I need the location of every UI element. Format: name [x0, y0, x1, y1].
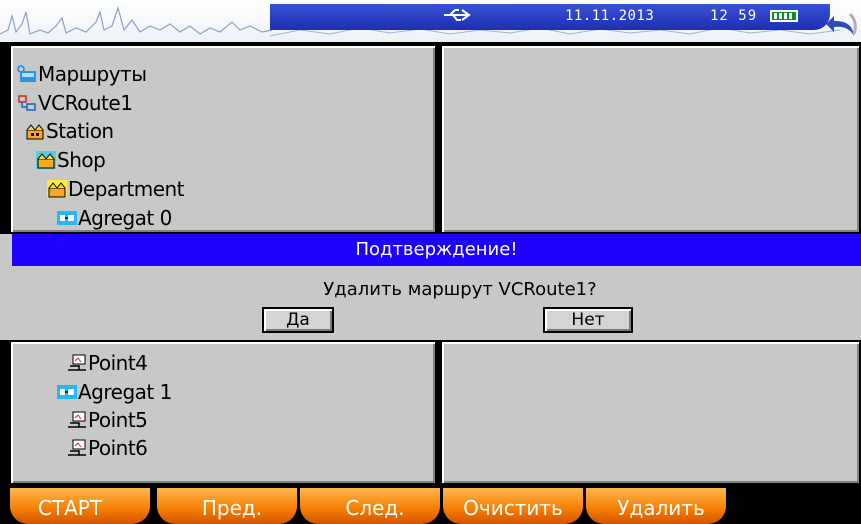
aggregate-icon	[57, 385, 77, 399]
status-date: 11.11.2013	[565, 8, 655, 24]
battery-icon	[770, 10, 798, 22]
department-icon	[47, 180, 67, 198]
point-icon	[68, 439, 86, 456]
tree-label: Station	[46, 119, 114, 143]
tree-item-station[interactable]: Station	[25, 117, 114, 145]
tree-label: Agregat 1	[78, 380, 172, 404]
next-button[interactable]: След.	[300, 488, 440, 524]
status-time: 12 59	[710, 8, 758, 24]
dialog-title: Подтверждение!	[12, 234, 861, 266]
prev-label: Пред.	[201, 496, 263, 520]
tree-item-point4[interactable]: Point4	[67, 349, 148, 377]
routes-folder-icon	[17, 65, 36, 82]
delete-label: Удалить	[617, 496, 705, 520]
tree-label: Point6	[88, 436, 148, 460]
tree-item-shop[interactable]: Shop	[36, 146, 106, 174]
aggregate-icon	[57, 211, 77, 225]
tree-label: Agregat 0	[78, 206, 172, 230]
clear-button[interactable]: Очистить	[443, 488, 583, 524]
tree-item-point6[interactable]: Point6	[67, 434, 148, 462]
delete-button[interactable]: Удалить	[586, 488, 726, 524]
tree-label: Маршруты	[38, 62, 147, 86]
route-icon	[18, 95, 36, 111]
tree-label: Shop	[57, 148, 106, 172]
station-icon	[26, 124, 44, 140]
point-icon	[68, 411, 86, 428]
tree-item-route[interactable]: VCRoute1	[17, 89, 133, 117]
tree-item-department[interactable]: Department	[47, 175, 185, 203]
next-label: След.	[345, 496, 405, 520]
back-arrow-icon[interactable]	[824, 12, 860, 42]
tree-item-agregat-0[interactable]: Agregat 0	[57, 204, 172, 232]
tree-label: Department	[68, 177, 185, 201]
softkey-bar: СТАРТ Пред. След. Очистить Удалить	[0, 488, 861, 524]
point-icon	[68, 354, 86, 371]
tree-item-routes[interactable]: Маршруты	[17, 60, 147, 88]
yes-button[interactable]: Да	[262, 307, 334, 333]
start-label: СТАРТ	[37, 496, 103, 520]
start-button[interactable]: СТАРТ	[10, 488, 150, 524]
route-tree-panel-lower[interactable]: Point4 Agregat 1 Point5 Point6	[9, 340, 437, 485]
tree-label: Point5	[88, 408, 148, 432]
details-panel-bottom	[440, 340, 861, 485]
top-header: 11.11.2013 12 59	[0, 0, 861, 42]
details-panel-top	[440, 44, 861, 234]
route-tree-panel[interactable]: Маршруты VCRoute1 Station Shop Departmen…	[9, 44, 437, 234]
shop-icon	[36, 151, 56, 169]
status-bar: 11.11.2013 12 59	[270, 4, 830, 30]
tree-label: Point4	[88, 351, 148, 375]
no-button[interactable]: Нет	[543, 307, 633, 333]
tree-label: VCRoute1	[38, 91, 133, 115]
tree-item-agregat-1[interactable]: Agregat 1	[57, 378, 172, 406]
confirm-dialog: Подтверждение! Удалить маршрут VCRoute1?…	[0, 234, 861, 340]
prev-button[interactable]: Пред.	[157, 488, 297, 524]
usb-icon	[444, 9, 471, 21]
tree-item-point5[interactable]: Point5	[67, 406, 148, 434]
dialog-message: Удалить маршрут VCRoute1?	[323, 279, 597, 300]
clear-label: Очистить	[463, 496, 563, 520]
